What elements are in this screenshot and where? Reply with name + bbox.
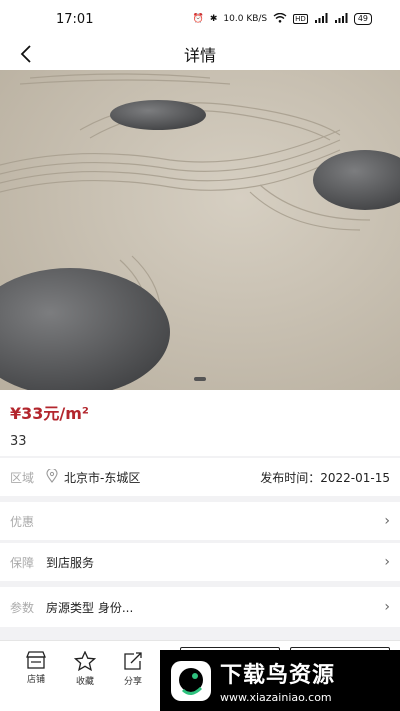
- params-value: 房源类型 身份...: [46, 600, 134, 615]
- discount-row[interactable]: 优惠 ›: [0, 502, 400, 540]
- tab-share-label: 分享: [123, 677, 142, 687]
- back-button[interactable]: [12, 40, 40, 68]
- hero-image-carousel[interactable]: [0, 70, 400, 390]
- watermark-title: 下载鸟资源: [220, 663, 336, 688]
- publish-label: 发布时间：: [260, 470, 321, 485]
- listing-subtitle: 33: [10, 434, 27, 449]
- wifi-icon: [273, 12, 287, 26]
- store-icon: [26, 651, 46, 669]
- params-label: 参数: [10, 600, 35, 615]
- watermark-url: www.xiazainiao.com: [220, 691, 332, 704]
- nav-bar: 详情: [0, 38, 400, 70]
- signal-icon-2: [334, 12, 348, 26]
- tab-favorite-label: 收藏: [75, 677, 94, 687]
- publish-date: 2022-01-15: [320, 470, 390, 485]
- hd-badge: HD: [293, 14, 308, 24]
- chevron-right-icon: ›: [384, 513, 390, 529]
- share-icon: [124, 652, 142, 670]
- alarm-icon: ⏰: [192, 14, 204, 24]
- watermark-text: 下载鸟资源 www.xiazainiao.com: [220, 657, 335, 704]
- chevron-left-icon: [20, 45, 31, 63]
- params-row[interactable]: 参数 房源类型 身份... ›: [0, 587, 400, 627]
- location-pin-icon: [46, 467, 58, 486]
- area-location: 北京市-东城区: [64, 470, 141, 485]
- tab-store[interactable]: 店铺: [16, 651, 56, 685]
- page-title: 详情: [183, 46, 216, 65]
- price-card: ¥33元/m² 33: [0, 390, 400, 456]
- hero-image: [0, 70, 400, 390]
- bird-logo-icon: [171, 660, 211, 701]
- status-bar: 17:01 ⏰ ✱ 10.0 KB/S HD 49: [0, 0, 400, 38]
- price: ¥33元/m²: [10, 404, 89, 423]
- watermark-banner: 下载鸟资源 www.xiazainiao.com: [160, 650, 400, 711]
- network-speed: 10.0 KB/S: [223, 14, 268, 24]
- battery-icon: 49: [353, 13, 372, 25]
- star-icon: [74, 651, 96, 671]
- guarantee-row[interactable]: 保障 到店服务 ›: [0, 543, 400, 581]
- signal-icon: [314, 12, 328, 26]
- area-row: 区域 北京市-东城区 发布时间：2022-01-15: [0, 458, 400, 496]
- tab-favorite[interactable]: 收藏: [65, 651, 105, 687]
- carousel-indicator: [194, 377, 206, 381]
- guarantee-label: 保障: [10, 555, 35, 570]
- discount-label: 优惠: [10, 514, 35, 529]
- tab-store-label: 店铺: [26, 675, 45, 685]
- status-time: 17:01: [56, 11, 94, 27]
- area-label: 区域: [10, 470, 35, 485]
- chevron-right-icon: ›: [384, 554, 390, 570]
- publish-info: 发布时间：2022-01-15: [260, 469, 390, 486]
- chevron-right-icon: ›: [384, 599, 390, 615]
- bluetooth-icon: ✱: [209, 14, 218, 24]
- tab-share[interactable]: 分享: [113, 651, 153, 687]
- guarantee-value: 到店服务: [46, 555, 95, 570]
- status-icons: ⏰ ✱ 10.0 KB/S HD 49: [192, 12, 372, 26]
